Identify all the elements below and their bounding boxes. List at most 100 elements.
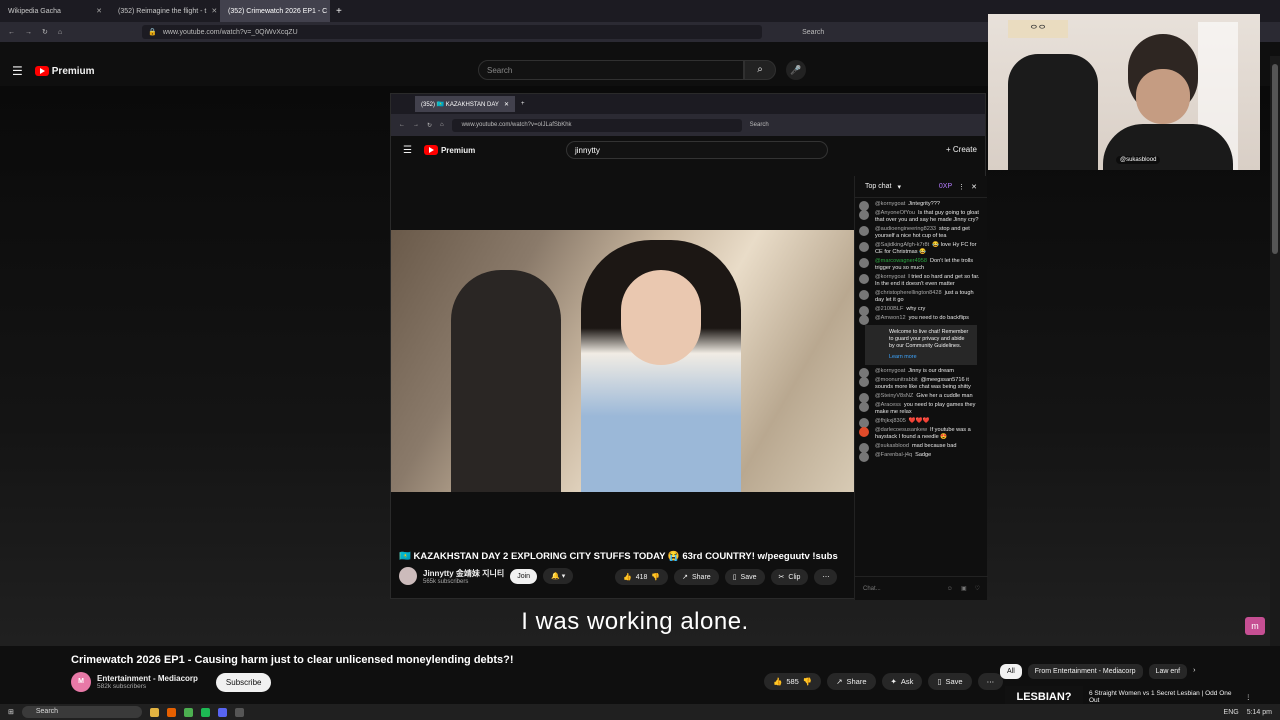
chip-all[interactable]: All <box>1000 664 1022 679</box>
save-icon: ▯ <box>732 574 737 581</box>
avatar[interactable]: M <box>71 672 91 692</box>
chevron-down-icon: ▾ <box>897 183 901 191</box>
tab-reimagine[interactable]: (352) Reimagine the flight - t ✕ <box>110 0 220 22</box>
chat-user: @kornygoat <box>875 368 906 374</box>
avatar <box>859 315 869 325</box>
more-icon[interactable]: ⋮ <box>1245 693 1252 701</box>
chat-user: @kornygoat <box>875 274 906 280</box>
mic-icon[interactable]: 🎤 <box>786 60 806 80</box>
url-bar[interactable]: 🔒 www.youtube.com/watch?v=_0QiWvXcqZU <box>142 25 763 39</box>
youtube-search-input[interactable]: Search <box>478 60 744 80</box>
chrome-icon[interactable] <box>183 707 193 717</box>
chat-input: Chat... ☺ ▣ ♡ <box>855 576 988 600</box>
create-label: Create <box>952 145 977 154</box>
inner-browser-search: Search <box>749 122 769 128</box>
webcam-overlay: ᄋᄋ @sukasblood <box>988 14 1260 170</box>
back-icon[interactable]: ← <box>8 29 15 36</box>
chat-message: @SteinyV8sNZ Give her a cuddle man <box>855 392 987 403</box>
chat-message: @SajidkingAfgh-k7r8t 😂 love Hy FC for CE … <box>855 241 987 257</box>
chat-user: @Farenbal-j4q <box>875 452 913 458</box>
home-icon: ⌂ <box>440 122 444 128</box>
more-icon: ⋯ <box>814 569 838 585</box>
menu-icon[interactable]: ☰ <box>12 64 23 78</box>
youtube-logo-icon[interactable] <box>34 66 49 76</box>
avatar <box>859 210 869 220</box>
chat-message: @kornygoat Jinny is our dream <box>855 367 987 378</box>
inner-actions: 👍 418 👎 ↗ Share ▯ Save ✂ Clip ⋯ <box>615 569 838 585</box>
thumbs-up-icon: 👍 <box>623 574 632 581</box>
chat-user: @fhjkxj8305 <box>875 418 906 424</box>
forward-icon[interactable]: → <box>25 29 32 36</box>
close-icon[interactable]: ✕ <box>96 7 102 15</box>
avatar <box>859 258 869 268</box>
save-button[interactable]: ▯ Save <box>928 673 972 690</box>
chevron-right-icon[interactable]: › <box>1193 664 1195 679</box>
inner-tab-bar: (352) 🇰🇿 KAZAKHSTAN DAY ✕ + <box>391 94 985 114</box>
inner-youtube-header: ☰ Premium jinnytty + Create <box>391 136 985 164</box>
inner-subscriber-count: 565k subscribers <box>423 578 469 585</box>
share-icon: ↗ <box>836 677 843 686</box>
save-label: Save <box>740 573 757 581</box>
spotify-icon[interactable] <box>200 707 210 717</box>
taskbar-search[interactable]: Search <box>21 706 142 718</box>
ask-label: Ask <box>900 677 914 686</box>
tab-label: Wikipedia Gacha <box>8 7 61 15</box>
chat-user: @moonunitrabbit <box>875 377 918 383</box>
page-scrollbar[interactable] <box>1270 56 1280 646</box>
chip-from-channel[interactable]: From Entertainment - Mediacorp <box>1027 664 1143 679</box>
obs-icon[interactable] <box>234 707 244 717</box>
menu-icon: ☰ <box>403 144 412 156</box>
chip-law[interactable]: Law enf <box>1148 664 1188 679</box>
windows-start-icon[interactable]: ⊞ <box>8 708 14 716</box>
subscribe-button[interactable]: Subscribe <box>215 672 272 692</box>
close-icon[interactable]: ✕ <box>211 7 217 15</box>
chat-user: @christopherellington8428 <box>875 290 942 296</box>
chat-text: Jinny is our dream <box>908 368 954 374</box>
browser-search-box[interactable]: Search <box>802 29 824 36</box>
youtube-logo-text: Premium <box>440 145 476 155</box>
tab-label: (352) Crimewatch 2026 EP1 - C <box>228 7 328 15</box>
chat-user: @2100BLF <box>875 306 904 312</box>
firefox-icon[interactable] <box>166 707 176 717</box>
like-button[interactable]: 👍 585 👎 <box>764 673 822 690</box>
sparkle-icon: ✦ <box>890 677 897 686</box>
file-explorer-icon[interactable] <box>149 707 159 717</box>
inner-clip-button: ✂ Clip <box>770 569 809 585</box>
discord-icon[interactable] <box>217 707 227 717</box>
chat-text: Sadge <box>915 452 932 458</box>
chat-user: @sukasblood <box>875 443 909 449</box>
thumbs-down-icon[interactable]: 👎 <box>803 677 812 686</box>
home-icon[interactable]: ⌂ <box>58 29 62 36</box>
search-value: jinnytty <box>575 146 600 155</box>
like-count: 585 <box>786 677 799 686</box>
chat-text: you need to do backflips <box>908 315 969 321</box>
lock-icon: 🔒 <box>148 29 157 36</box>
chat-message: @fhjkxj8305 ❤️❤️❤️ <box>855 417 987 428</box>
windows-taskbar: ⊞ Search ENG 5:14 pm <box>0 704 1280 720</box>
reload-icon[interactable]: ↻ <box>42 28 48 36</box>
chat-message: @marcowagner4958 Don't let the trolls tri… <box>855 257 987 273</box>
like-count: 418 <box>635 573 648 581</box>
close-icon: ✕ <box>971 183 977 191</box>
inner-share-button: ↗ Share <box>674 569 719 585</box>
chat-message: @sukasblood mad because bad <box>855 442 987 453</box>
chat-message: @kornygoat I tried so hard and get so far… <box>855 273 987 289</box>
language-indicator[interactable]: ENG <box>1224 709 1239 716</box>
tab-wikipedia[interactable]: Wikipedia Gacha ✕ <box>0 0 110 22</box>
search-icon[interactable]: ⌕ <box>744 60 776 80</box>
chat-messages: @kornygoat Jintegrity??? @AnyoneOfYou Is t… <box>855 198 987 462</box>
share-button[interactable]: ↗ Share <box>827 673 876 690</box>
main-channel-name[interactable]: Entertainment - Mediacorp <box>97 674 198 683</box>
live-chat: Top chat ▾ 0XP ⋮ ✕ @kornygoat Jintegrity??… <box>854 176 988 600</box>
recommended-title[interactable]: 6 Straight Women vs 1 Secret Lesbian | O… <box>1089 690 1239 704</box>
chat-message: @audioengineering8233 stop and get yourse… <box>855 225 987 241</box>
inner-channel-name: Jinnytty 金靖妹 지니티 <box>423 568 505 578</box>
clock[interactable]: 5:14 pm <box>1247 709 1272 716</box>
tab-crimewatch[interactable]: (352) Crimewatch 2026 EP1 - C✕ <box>220 0 330 22</box>
chat-mode: Top chat <box>865 183 892 190</box>
scrollbar-thumb[interactable] <box>1272 64 1278 254</box>
ask-button[interactable]: ✦ Ask <box>881 673 923 690</box>
chat-message: @AnyoneOfYou Is that guy going to gloat t… <box>855 209 987 225</box>
tab-label: (352) Reimagine the flight - t <box>118 7 207 15</box>
new-tab-icon[interactable]: + <box>336 6 342 17</box>
